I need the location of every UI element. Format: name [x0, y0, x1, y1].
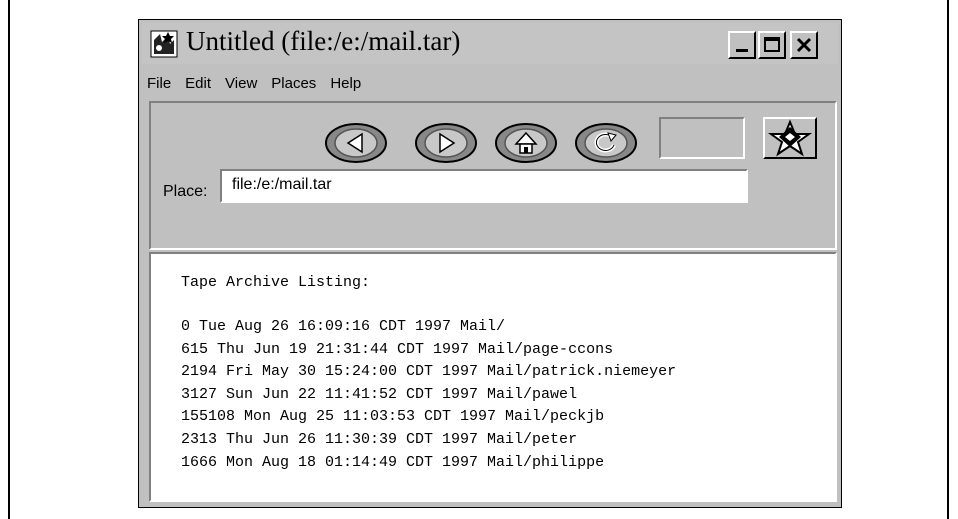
place-label: Place:: [163, 183, 208, 200]
list-item: 0 Tue Aug 26 16:09:16 CDT 1997 Mail/: [181, 318, 506, 335]
list-item: 1666 Mon Aug 18 01:14:49 CDT 1997 Mail/p…: [181, 453, 605, 471]
logo-button[interactable]: [763, 117, 817, 159]
list-item: 3127 Sun Jun 22 11:41:52 CDT 1997 Mail/p…: [181, 385, 578, 403]
menu-help[interactable]: Help: [330, 75, 361, 99]
minimize-button[interactable]: [728, 31, 756, 59]
maximize-button[interactable]: [758, 31, 786, 59]
home-icon[interactable]: [494, 121, 558, 165]
minimize-icon: [736, 49, 748, 52]
maximize-icon: [764, 37, 780, 52]
browser-window: Untitled (file:/e:/mail.tar) File Edit V…: [138, 19, 842, 508]
star-logo-icon: [767, 119, 813, 157]
back-arrow-icon[interactable]: [324, 121, 388, 165]
window-title: Untitled (file:/e:/mail.tar): [186, 26, 461, 56]
content-area: Tape Archive Listing: 0 Tue Aug 26 16:09…: [149, 252, 837, 502]
reload-icon[interactable]: [574, 121, 638, 165]
menu-edit[interactable]: Edit: [185, 75, 211, 99]
listing-heading: Tape Archive Listing:: [181, 274, 371, 291]
menu-file[interactable]: File: [147, 75, 171, 99]
menu-bar: File Edit View Places Help: [147, 75, 361, 99]
close-button[interactable]: [790, 31, 818, 59]
title-bar[interactable]: Untitled (file:/e:/mail.tar): [142, 23, 838, 64]
archive-listing: 0 Tue Aug 26 16:09:16 CDT 1997 Mail/ 615…: [181, 318, 676, 476]
throbber-box: [659, 117, 745, 159]
place-input[interactable]: file:/e:/mail.tar: [220, 169, 748, 203]
forward-arrow-icon[interactable]: [414, 121, 478, 165]
list-item: 2194 Fri May 30 15:24:00 CDT 1997 Mail/p…: [181, 363, 677, 381]
page-frame-right: [947, 0, 949, 519]
menu-view[interactable]: View: [225, 75, 257, 99]
netscape-app-icon: [150, 30, 178, 58]
toolbar: Place: file:/e:/mail.tar: [149, 101, 837, 250]
list-item: 615 Thu Jun 19 21:31:44 CDT 1997 Mail/pa…: [181, 340, 614, 358]
list-item: 155108 Mon Aug 25 11:03:53 CDT 1997 Mail…: [181, 408, 605, 426]
list-item: 2313 Thu Jun 26 11:30:39 CDT 1997 Mail/p…: [181, 430, 578, 448]
page-frame-left: [8, 0, 10, 519]
close-icon: [796, 37, 812, 53]
menu-places[interactable]: Places: [271, 75, 316, 99]
